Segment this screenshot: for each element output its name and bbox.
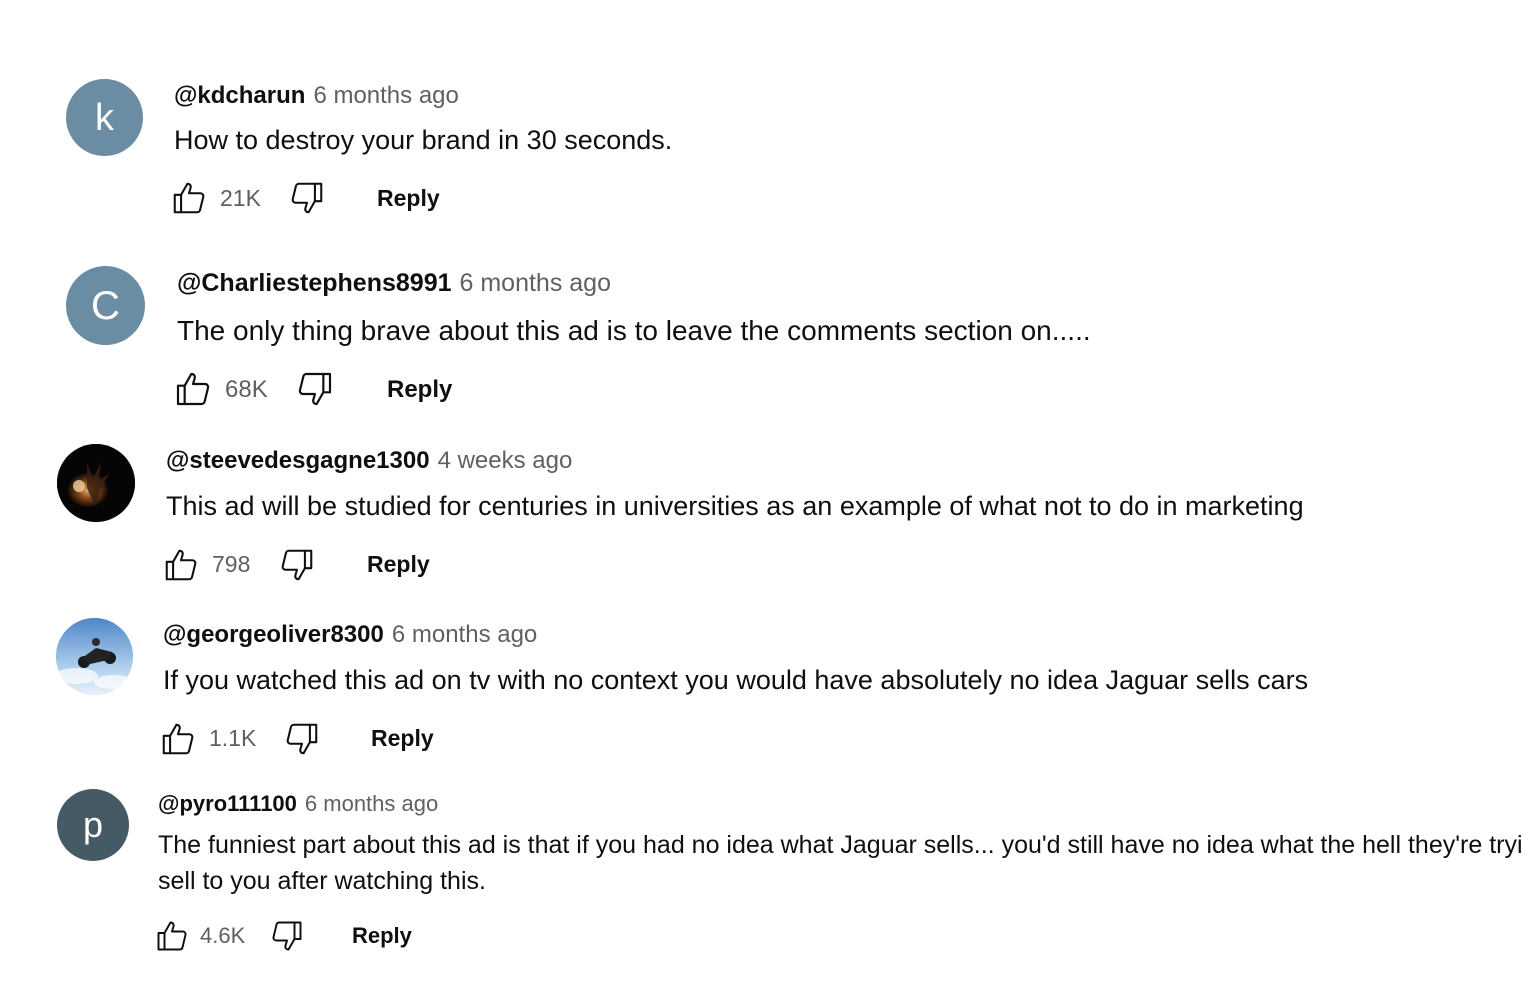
comment-header: @pyro111100 6 months ago [158, 793, 438, 815]
dislike-button[interactable] [278, 545, 316, 585]
thumbs-up-icon [154, 918, 190, 954]
thumbs-down-icon [295, 369, 335, 409]
avatar-initial: k [95, 96, 114, 139]
avatar[interactable]: k [66, 79, 143, 156]
like-button[interactable] [173, 369, 213, 409]
author-handle[interactable]: @pyro111100 [158, 791, 297, 816]
comment-actions: 68K Reply [173, 369, 473, 409]
avatar-photo [56, 618, 133, 695]
like-button[interactable] [170, 178, 208, 218]
comment-header: @steevedesgagne1300 4 weeks ago [166, 449, 572, 473]
comment-header: @georgeoliver8300 6 months ago [163, 623, 537, 647]
reply-button[interactable]: Reply [367, 553, 430, 576]
author-handle[interactable]: @georgeoliver8300 [163, 621, 384, 648]
thumbs-up-icon [162, 546, 200, 584]
author-handle[interactable]: @Charliestephens8991 [177, 269, 452, 297]
avatar[interactable] [57, 444, 135, 522]
comment-actions: 798 Reply [162, 545, 462, 585]
author-handle[interactable]: @kdcharun [174, 82, 305, 109]
avatar-initial: p [82, 804, 104, 845]
comment-header: @kdcharun 6 months ago [174, 84, 459, 108]
comment-text: If you watched this ad on tv with no con… [163, 665, 1309, 695]
thumbs-up-icon [170, 179, 208, 217]
like-button[interactable] [162, 545, 200, 585]
comment-text-line-2: sell to you after watching this. [158, 867, 486, 895]
thumbs-up-icon [173, 369, 213, 409]
comment-actions: 4.6K Reply [154, 916, 454, 956]
like-count: 798 [212, 551, 251, 577]
timestamp[interactable]: 4 weeks ago [438, 447, 573, 474]
comment-actions: 1.1K Reply [159, 719, 459, 759]
dislike-button[interactable] [295, 369, 335, 409]
like-count: 68K [225, 376, 268, 403]
avatar[interactable]: C [66, 266, 145, 345]
comment-text: How to destroy your brand in 30 seconds. [174, 125, 673, 155]
avatar-initial: C [91, 283, 120, 328]
comment-text: This ad will be studied for centuries in… [166, 491, 1304, 521]
avatar-photo [57, 444, 135, 522]
avatar[interactable]: p [57, 789, 129, 861]
dislike-button[interactable] [288, 178, 326, 218]
timestamp[interactable]: 6 months ago [392, 621, 537, 648]
comment-text-line-1: The funniest part about this ad is that … [158, 831, 1523, 859]
thumbs-down-icon [283, 720, 321, 758]
like-count: 1.1K [209, 725, 257, 751]
thumbs-down-icon [269, 918, 305, 954]
comment-text: The only thing brave about this ad is to… [177, 315, 1091, 346]
reply-button[interactable]: Reply [387, 378, 452, 402]
like-count: 4.6K [200, 923, 246, 948]
author-handle[interactable]: @steevedesgagne1300 [166, 447, 430, 474]
timestamp[interactable]: 6 months ago [305, 791, 438, 816]
thumbs-up-icon [159, 720, 197, 758]
reply-button[interactable]: Reply [371, 727, 434, 750]
like-button[interactable] [159, 719, 197, 759]
timestamp[interactable]: 6 months ago [460, 269, 612, 297]
avatar[interactable] [56, 618, 133, 695]
comment-actions: 21K Reply [170, 178, 470, 218]
reply-button[interactable]: Reply [377, 187, 440, 210]
like-button[interactable] [154, 916, 190, 956]
comment-header: @Charliestephens8991 6 months ago [177, 271, 611, 296]
timestamp[interactable]: 6 months ago [313, 82, 458, 109]
dislike-button[interactable] [283, 719, 321, 759]
reply-button[interactable]: Reply [352, 925, 412, 947]
dislike-button[interactable] [269, 916, 305, 956]
thumbs-down-icon [288, 179, 326, 217]
like-count: 21K [220, 185, 261, 211]
thumbs-down-icon [278, 546, 316, 584]
